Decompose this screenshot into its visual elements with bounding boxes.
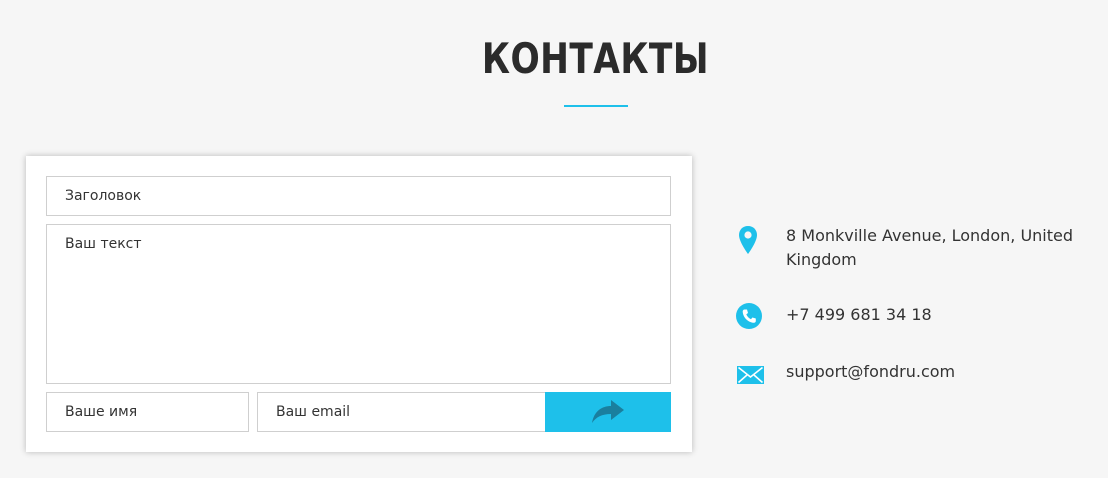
envelope-icon <box>737 366 764 384</box>
share-arrow-icon <box>592 400 624 423</box>
contact-address: 8 Monkville Avenue, London, United Kingd… <box>736 224 1086 272</box>
title-underline <box>564 105 628 107</box>
message-textarea[interactable]: Ваш текст <box>46 224 671 384</box>
send-button[interactable] <box>545 392 671 432</box>
contact-phone: +7 499 681 34 18 <box>736 303 1086 333</box>
email-text[interactable]: support@fondru.com <box>786 360 1086 384</box>
contacts-section: КОНТАКТЫ Заголовок Ваш текст Ваше имя Ва… <box>0 0 1108 478</box>
phone-text[interactable]: +7 499 681 34 18 <box>786 303 1086 327</box>
address-text: 8 Monkville Avenue, London, United Kingd… <box>786 226 1074 269</box>
phone-icon <box>736 303 762 329</box>
map-pin-icon <box>739 226 757 254</box>
subject-input[interactable]: Заголовок <box>46 176 671 216</box>
section-title: КОНТАКТЫ <box>481 34 709 83</box>
contact-form: Заголовок Ваш текст Ваше имя Ваш email <box>26 156 692 452</box>
email-input[interactable]: Ваш email <box>257 392 547 432</box>
name-input[interactable]: Ваше имя <box>46 392 249 432</box>
contact-email: support@fondru.com <box>736 360 1086 390</box>
